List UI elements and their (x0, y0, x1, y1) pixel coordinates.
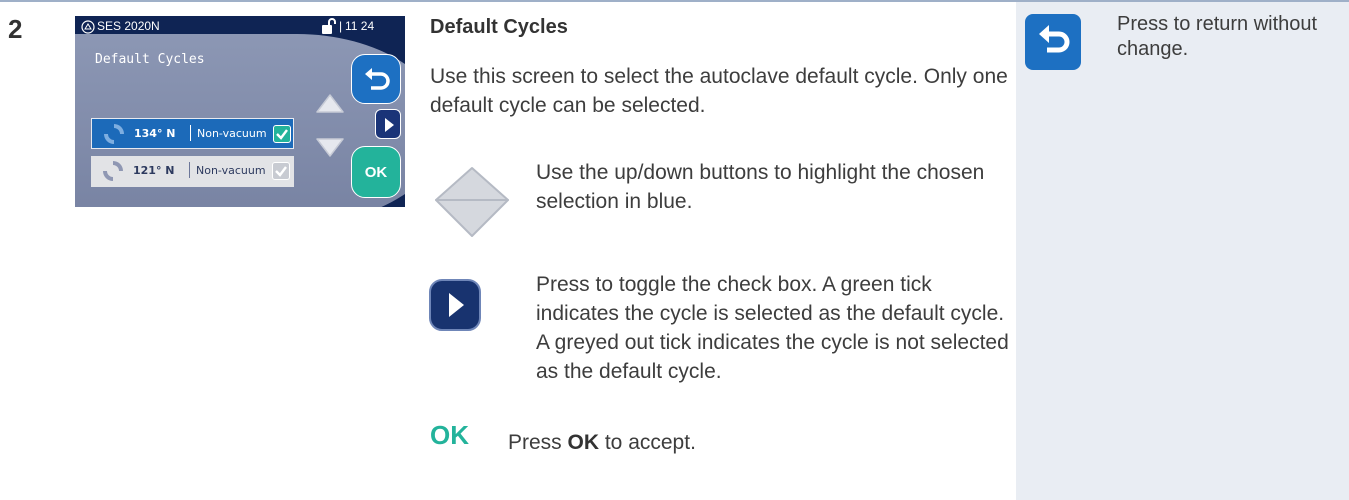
check-icon (275, 166, 287, 177)
autoclave-logo-icon (81, 20, 95, 34)
cycle-mode: Non-vacuum (196, 164, 266, 177)
model-name: SES 2020N (97, 19, 160, 33)
updown-text: Use the up/down buttons to highlight the… (536, 161, 985, 213)
device-screen: SES 2020N | 11 24 Default Cycles 134° N … (75, 16, 405, 207)
row-separator (190, 125, 191, 141)
cycle-row[interactable]: 121° N Non-vacuum (91, 156, 294, 187)
back-arrow-icon (365, 68, 390, 90)
back-arrow-icon (1025, 14, 1081, 70)
cycle-refresh-icon (103, 161, 123, 181)
return-text: Press to return without change. (1117, 13, 1318, 60)
cycle-temp: 134° N (134, 127, 176, 140)
checkbox-unchecked[interactable] (272, 162, 290, 180)
ok-instruction: Press OK to accept. (508, 428, 1088, 457)
ok-press-text: Press (508, 431, 568, 454)
up-arrow-icon[interactable] (313, 92, 347, 114)
cycle-temp: 121° N (133, 164, 175, 177)
down-arrow-icon[interactable] (313, 137, 347, 159)
section-title: Default Cycles (430, 16, 568, 38)
cycle-row[interactable]: 134° N Non-vacuum (91, 118, 294, 149)
screen-title: Default Cycles (95, 52, 205, 67)
checkbox-checked[interactable] (273, 125, 291, 143)
status-separator: | (339, 19, 343, 33)
ok-button[interactable]: OK (351, 146, 401, 198)
status-bar: SES 2020N | 11 24 (81, 18, 399, 35)
clock: 11 24 (345, 19, 375, 33)
toggle-button[interactable] (375, 109, 401, 139)
down-arrow-icon (435, 199, 509, 237)
toggle-text: Press to toggle the check box. A green t… (536, 273, 1009, 383)
play-icon (385, 118, 394, 132)
intro-text: Use this screen to select the autoclave … (430, 65, 1008, 117)
step-number: 2 (8, 14, 23, 44)
cycle-mode: Non-vacuum (197, 127, 267, 140)
unlock-icon (322, 18, 336, 34)
ok-icon: OK (430, 420, 469, 450)
play-icon (429, 279, 481, 331)
check-icon (276, 129, 288, 140)
back-button[interactable] (351, 54, 401, 104)
cycle-refresh-icon (104, 124, 124, 144)
ok-bold-text: OK (567, 431, 600, 454)
row-separator (189, 162, 190, 178)
side-panel (1016, 2, 1349, 500)
ok-rest-text: to accept. (599, 431, 696, 454)
